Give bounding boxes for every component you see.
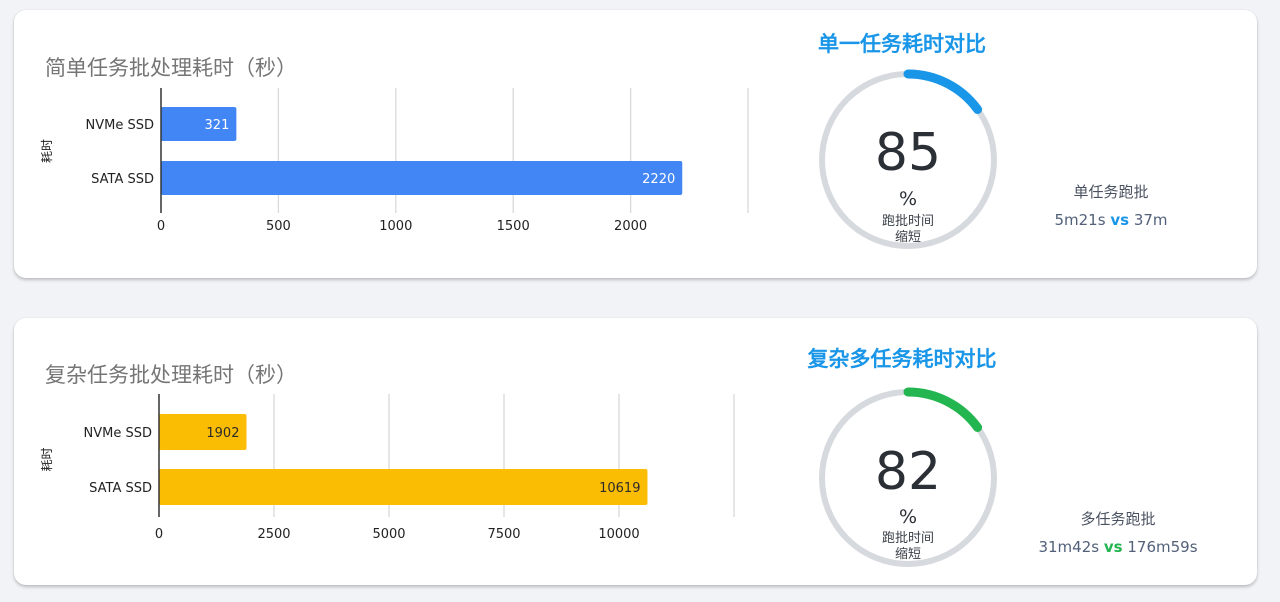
- category-label: SATA SSD: [91, 172, 154, 187]
- x-tick-label: 5000: [372, 527, 405, 542]
- gauge-label: 跑批时间 缩短: [818, 531, 998, 563]
- bar-value-label: 1902: [206, 426, 239, 441]
- x-tick-label: 10000: [598, 527, 639, 542]
- compare-text: 31m42s vs 176m59s: [1008, 538, 1228, 556]
- gauge-arc: [903, 69, 983, 114]
- x-tick-label: 2500: [257, 527, 290, 542]
- gauge-title: 复杂多任务耗时对比: [807, 347, 997, 371]
- x-tick-label: 1000: [379, 219, 412, 234]
- panel-complex-task: 复杂任务批处理耗时（秒） 1902 NVMe SSD 10619 SATA SSD 0 2…: [14, 318, 1257, 585]
- gauge-label-line2: 缩短: [894, 230, 921, 245]
- gauge-label-line1: 跑批时间: [881, 214, 934, 229]
- y-axis-label: 耗时: [40, 139, 54, 163]
- compare-b: 176m59s: [1127, 538, 1198, 556]
- side-label: 多任务跑批: [1080, 510, 1156, 528]
- x-tick-label: 1500: [497, 219, 530, 234]
- gauge-label-line1: 跑批时间: [881, 531, 934, 546]
- x-tick-label: 0: [157, 219, 165, 234]
- gauge-unit: %: [898, 188, 918, 210]
- compare-a: 5m21s: [1054, 211, 1106, 229]
- compare-a: 31m42s: [1038, 538, 1100, 556]
- gauge-label: 跑批时间 缩短: [818, 214, 998, 246]
- x-tick-label: 2000: [614, 219, 647, 234]
- gauge-value: 82: [874, 442, 942, 502]
- bar-sata-ssd: [161, 161, 683, 195]
- compare-vs: vs: [1103, 538, 1123, 556]
- compare-vs: vs: [1110, 211, 1130, 229]
- bar-sata-ssd: [159, 469, 648, 505]
- y-axis-label: 耗时: [40, 447, 54, 471]
- compare-b: 37m: [1133, 211, 1168, 229]
- x-tick-label: 0: [155, 527, 163, 542]
- category-label: NVMe SSD: [84, 426, 152, 441]
- compare-text: 5m21s vs 37m: [1001, 211, 1221, 229]
- bar-chart-complex: 1902 NVMe SSD 10619 SATA SSD 0 2500 5000 7500 10…: [40, 394, 735, 542]
- gauge-value: 85: [874, 123, 942, 183]
- category-label: NVMe SSD: [86, 118, 154, 133]
- x-tick-label: 500: [266, 219, 291, 234]
- category-label: SATA SSD: [89, 481, 152, 496]
- bar-value-label: 2220: [642, 172, 675, 187]
- bar-chart-simple: 321 NVMe SSD 2220 SATA SSD 0 500 1000 1500 2000 耗…: [40, 88, 749, 234]
- side-label: 单任务跑批: [1073, 183, 1149, 201]
- bar-value-label: 321: [205, 118, 230, 133]
- gauge-unit: %: [898, 506, 918, 528]
- x-tick-label: 7500: [487, 527, 520, 542]
- gauge-title: 单一任务耗时对比: [818, 32, 986, 56]
- gauge-label-line2: 缩短: [894, 547, 921, 562]
- panel-simple-task: 简单任务批处理耗时（秒） 321 NVMe SSD 2220 SATA SSD 0 500…: [14, 10, 1257, 278]
- bar-value-label: 10619: [599, 481, 640, 496]
- gauge-arc: [903, 387, 983, 432]
